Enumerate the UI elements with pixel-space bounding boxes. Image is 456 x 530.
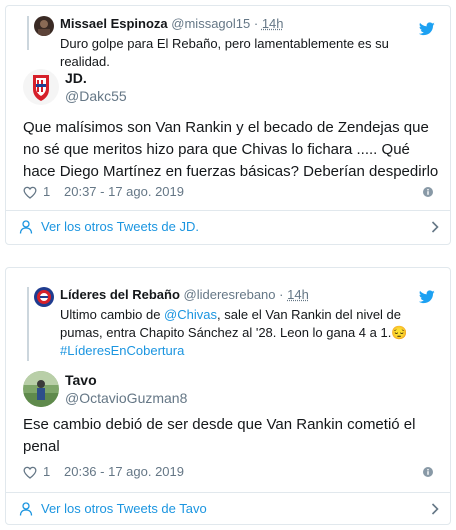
hashtag-link[interactable]: #LíderesEnCobertura — [60, 343, 184, 358]
separator: · — [279, 287, 284, 302]
tweet-text: Que malísimos son Van Rankin y el becado… — [23, 119, 439, 180]
mention-link[interactable]: @Chivas — [164, 307, 217, 322]
quoted-author-handle[interactable]: @missagol15 — [171, 16, 250, 31]
quoted-tweet[interactable]: Líderes del Rebaño @lideresrebano · 14h … — [27, 287, 441, 361]
quoted-author-name[interactable]: Missael Espinoza — [60, 16, 168, 31]
quoted-timestamp[interactable]: 14h — [287, 287, 309, 302]
tweet-card-jd: Missael Espinoza @missagol15 · 14h Duro … — [5, 5, 451, 245]
author-handle[interactable]: @Dakc55 — [65, 88, 127, 104]
quoted-tweet[interactable]: Missael Espinoza @missagol15 · 14h Duro … — [27, 16, 441, 69]
divider — [6, 492, 450, 493]
quoted-timestamp[interactable]: 14h — [262, 16, 284, 31]
quoted-text: Ultimo cambio de @Chivas, sale el Van Ra… — [60, 306, 441, 360]
author-name[interactable]: JD. — [65, 70, 87, 86]
person-icon — [19, 502, 33, 516]
more-tweets-label[interactable]: Ver los otros Tweets de Tavo — [41, 499, 207, 519]
tweet-text: Ese cambio debió de ser desde que Van Ra… — [23, 416, 416, 455]
avatar[interactable] — [23, 69, 59, 105]
avatar[interactable] — [23, 371, 59, 407]
info-icon[interactable] — [423, 187, 433, 197]
tweet-meta: 1 20:36 - 17 ago. 2019 — [23, 463, 433, 481]
divider — [6, 210, 450, 211]
avatar[interactable] — [34, 16, 54, 36]
person-icon — [19, 220, 33, 234]
info-icon[interactable] — [423, 467, 433, 477]
chevron-right-icon[interactable] — [431, 221, 439, 233]
tweet-card-tavo: Líderes del Rebaño @lideresrebano · 14h … — [5, 267, 451, 525]
twitter-bird-icon[interactable] — [419, 22, 435, 36]
avatar[interactable] — [34, 287, 54, 307]
author-name[interactable]: Tavo — [65, 372, 97, 388]
twitter-bird-icon[interactable] — [419, 290, 435, 304]
heart-icon[interactable] — [23, 466, 37, 479]
like-count: 1 — [43, 464, 51, 479]
more-tweets-link[interactable]: Ver los otros Tweets de Tavo — [19, 499, 439, 519]
pensive-emoji: 😔 — [391, 325, 408, 340]
quoted-text-start: Ultimo cambio de — [60, 307, 165, 322]
like-count: 1 — [43, 184, 51, 199]
quoted-text: Duro golpe para El Rebaño, pero lamentab… — [60, 36, 389, 69]
quoted-author-handle[interactable]: @lideresrebano — [184, 287, 276, 302]
chevron-right-icon[interactable] — [431, 503, 439, 515]
more-tweets-label[interactable]: Ver los otros Tweets de JD. — [41, 217, 199, 237]
tweet-meta: 1 20:37 - 17 ago. 2019 — [23, 183, 433, 201]
tweet-datetime[interactable]: 20:37 - 17 ago. 2019 — [64, 183, 184, 201]
separator: · — [253, 16, 259, 31]
author-handle[interactable]: @OctavioGuzman8 — [65, 390, 187, 406]
heart-icon[interactable] — [23, 186, 37, 199]
quoted-author-name[interactable]: Líderes del Rebaño — [60, 287, 180, 302]
more-tweets-link[interactable]: Ver los otros Tweets de JD. — [19, 217, 439, 237]
tweet-datetime[interactable]: 20:36 - 17 ago. 2019 — [64, 463, 184, 481]
